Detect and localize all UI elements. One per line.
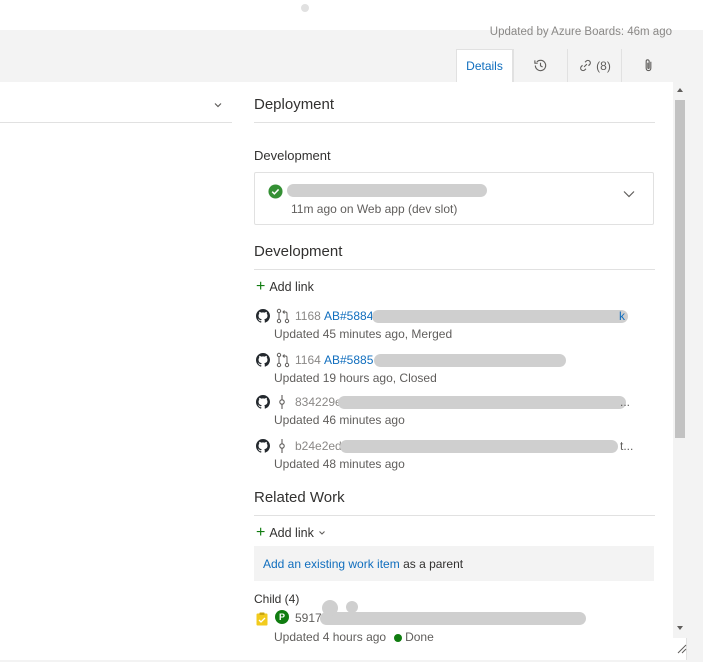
chevron-down-icon[interactable] (622, 187, 636, 201)
child-state: Done (405, 630, 434, 644)
state-dot-icon (394, 633, 403, 642)
paperclip-icon (645, 59, 652, 72)
redacted-text (374, 354, 566, 367)
scroll-down-icon[interactable] (677, 625, 683, 631)
loading-indicator (301, 4, 309, 12)
link-status: Updated 48 minutes ago (274, 457, 405, 471)
task-icon (256, 612, 268, 626)
commit-id[interactable]: 834229e (295, 395, 342, 409)
deployment-environment-label: Development (254, 148, 331, 163)
details-panel: Deployment Development 11m ago on Web ap… (0, 82, 687, 660)
pull-request-id: 1164 (295, 353, 321, 367)
related-work-heading: Related Work (254, 489, 345, 506)
chevron-down-icon (318, 531, 325, 535)
development-link-item: 1168 AB#5884 k Updated 45 minutes ago, M… (254, 306, 654, 346)
tab-history[interactable] (513, 49, 567, 82)
deployment-card[interactable]: 11m ago on Web app (dev slot) (254, 172, 654, 225)
pull-request-icon (276, 308, 290, 324)
truncated-link-end[interactable]: k (619, 309, 625, 323)
vertical-scrollbar[interactable] (673, 82, 687, 638)
development-heading: Development (254, 243, 343, 260)
deployment-divider (254, 122, 655, 123)
redacted-text (320, 612, 586, 625)
redacted-text (338, 396, 626, 409)
scroll-up-icon[interactable] (677, 87, 683, 93)
commit-icon (279, 439, 285, 453)
deployment-heading: Deployment (254, 96, 335, 113)
add-parent-text: Add an existing work item as a parent (263, 557, 463, 571)
resize-grip-icon[interactable] (675, 642, 687, 654)
add-link-button[interactable]: + Add link (256, 278, 314, 295)
check-circle-icon (268, 184, 283, 199)
github-icon (256, 395, 270, 409)
development-link-item: 834229e ... Updated 46 minutes ago (254, 392, 654, 432)
redacted-text (346, 601, 358, 613)
redacted-text (322, 600, 338, 616)
work-item-reference-link[interactable]: AB#5885 (324, 353, 373, 367)
work-item-tabs: Details (8) (456, 49, 675, 82)
truncation-ellipsis: ... (620, 395, 631, 409)
tab-details[interactable]: Details (456, 49, 513, 82)
related-work-divider (254, 515, 655, 516)
deployment-status: 11m ago on Web app (dev slot) (291, 202, 458, 216)
commit-id[interactable]: b24e2ed (295, 439, 342, 453)
add-existing-work-item-link[interactable]: Add an existing work item (263, 557, 400, 571)
development-divider (254, 269, 655, 270)
work-item-reference-link[interactable]: AB#5884 (324, 309, 373, 323)
child-work-item[interactable]: P 5917 Updated 4 hours ago Done (254, 600, 654, 647)
add-parent-suffix: as a parent (399, 557, 464, 571)
assignee-avatar: P (275, 610, 289, 624)
link-status: Updated 46 minutes ago (274, 413, 405, 427)
github-icon (256, 309, 270, 323)
link-status: Updated 45 minutes ago, Merged (274, 327, 453, 341)
plus-icon: + (256, 524, 266, 541)
child-work-item-id: 5917 (295, 611, 322, 625)
left-section-divider (0, 122, 232, 123)
add-link-label: Add link (269, 526, 314, 540)
child-updated: Updated 4 hours ago (274, 630, 387, 644)
plus-icon: + (256, 278, 266, 295)
add-link-label: Add link (269, 280, 314, 294)
commit-icon (279, 395, 285, 409)
pull-request-id: 1168 (295, 309, 321, 323)
redacted-text (340, 440, 618, 453)
child-group-header[interactable]: Child (4) (254, 592, 299, 606)
tab-attachments[interactable] (621, 49, 675, 82)
development-link-item: 1164 AB#5885 Updated 19 hours ago, Close… (254, 350, 654, 390)
redacted-text (287, 184, 487, 197)
add-related-link-button[interactable]: + Add link (256, 524, 326, 541)
truncation-ellipsis: t... (620, 439, 634, 453)
github-icon (256, 353, 270, 367)
history-icon (534, 59, 547, 72)
links-count: (8) (596, 58, 611, 73)
chevron-down-icon[interactable] (213, 100, 223, 110)
child-work-item-meta: Updated 4 hours ago Done (274, 630, 434, 644)
scrollbar-thumb[interactable] (675, 100, 685, 438)
tab-details-label: Details (466, 59, 503, 73)
add-parent-banner: Add an existing work item as a parent (254, 546, 654, 581)
link-status: Updated 19 hours ago, Closed (274, 371, 437, 385)
development-link-item: b24e2ed t... Updated 48 minutes ago (254, 436, 654, 476)
updated-by-text: Updated by Azure Boards: 46m ago (489, 26, 672, 38)
tab-links[interactable]: (8) (567, 49, 621, 82)
github-icon (256, 439, 270, 453)
redacted-text (372, 310, 628, 323)
pull-request-icon (276, 352, 290, 368)
link-icon (580, 59, 591, 72)
